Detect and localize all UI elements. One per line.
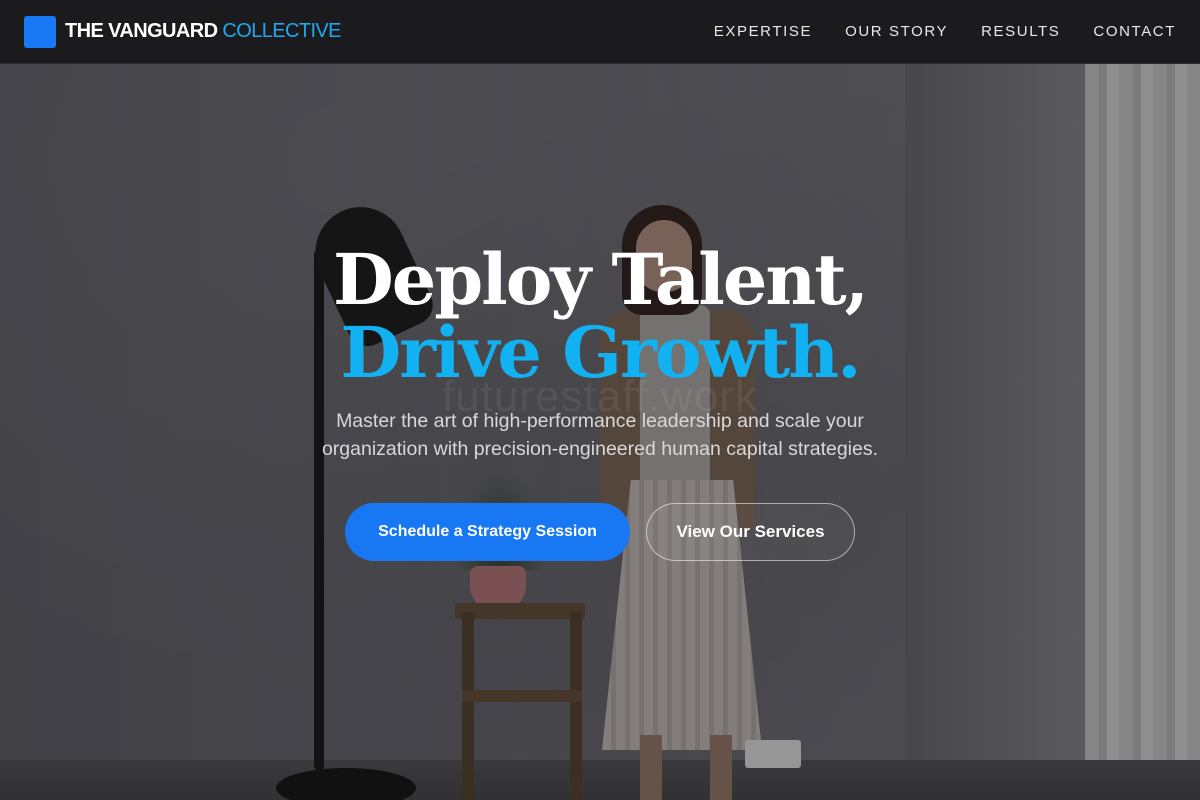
- schedule-strategy-session-button[interactable]: Schedule a Strategy Session: [345, 503, 630, 561]
- site-header: THE VANGUARD COLLECTIVE EXPERTISE OUR ST…: [0, 0, 1200, 64]
- brand-name-primary: THE VANGUARD: [65, 20, 218, 42]
- nav-link-expertise[interactable]: EXPERTISE: [714, 23, 812, 40]
- nav-link-contact[interactable]: CONTACT: [1093, 23, 1176, 40]
- main-nav: EXPERTISE OUR STORY RESULTS CONTACT: [714, 23, 1176, 40]
- brand-name: THE VANGUARD COLLECTIVE: [65, 20, 341, 43]
- brand-name-accent: COLLECTIVE: [222, 20, 341, 42]
- hero-headline-line1: Deploy Talent,: [333, 238, 869, 321]
- nav-link-our-story[interactable]: OUR STORY: [845, 23, 948, 40]
- brand-logo-link[interactable]: THE VANGUARD COLLECTIVE: [24, 15, 341, 48]
- brand-logo-icon: [24, 15, 56, 48]
- hero-headline-line2: Drive Growth.: [340, 311, 862, 394]
- view-services-button[interactable]: View Our Services: [646, 503, 855, 561]
- hero-subtitle: Master the art of high-performance leade…: [321, 410, 879, 460]
- nav-link-results[interactable]: RESULTS: [981, 23, 1060, 40]
